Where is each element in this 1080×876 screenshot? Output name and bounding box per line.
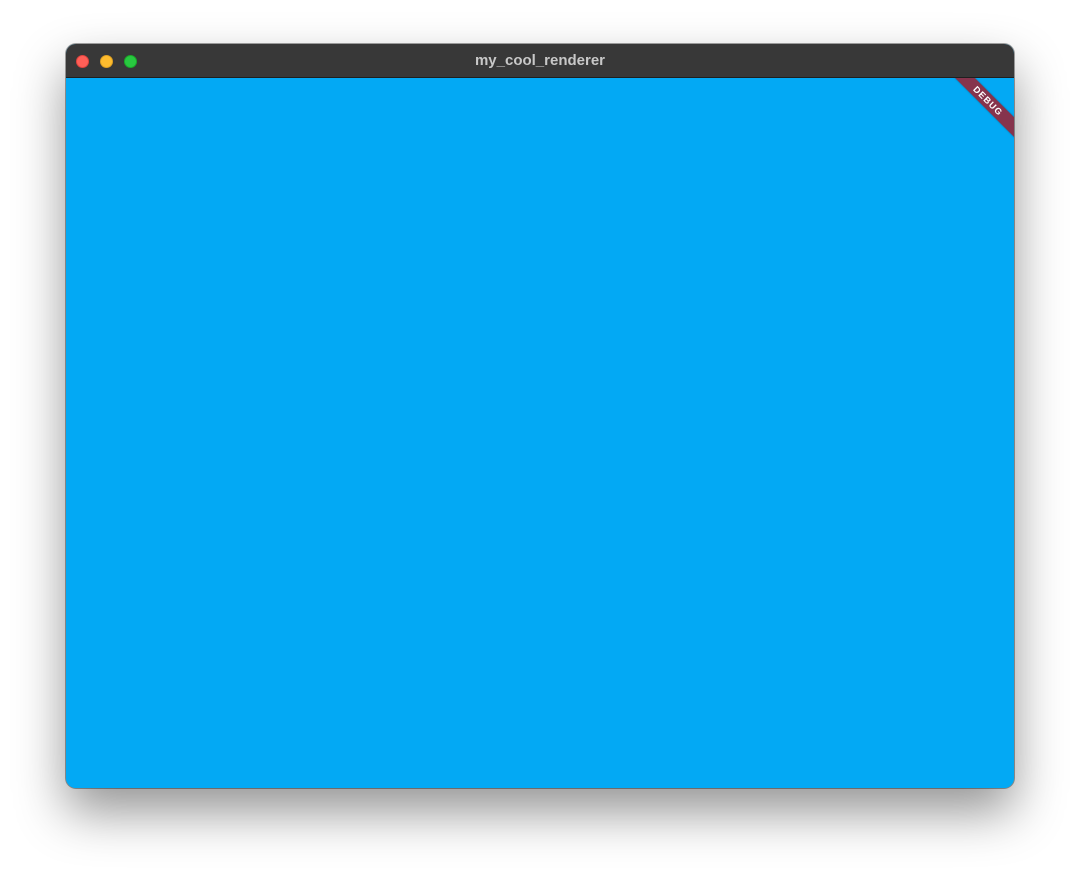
app-window: my_cool_renderer DEBUG — [66, 44, 1014, 788]
app-content-area[interactable]: DEBUG — [66, 78, 1014, 788]
debug-banner-label: DEBUG — [947, 78, 1014, 142]
window-title: my_cool_renderer — [474, 52, 606, 69]
debug-banner: DEBUG — [934, 78, 1014, 158]
title-bar[interactable]: my_cool_renderer — [66, 44, 1014, 78]
